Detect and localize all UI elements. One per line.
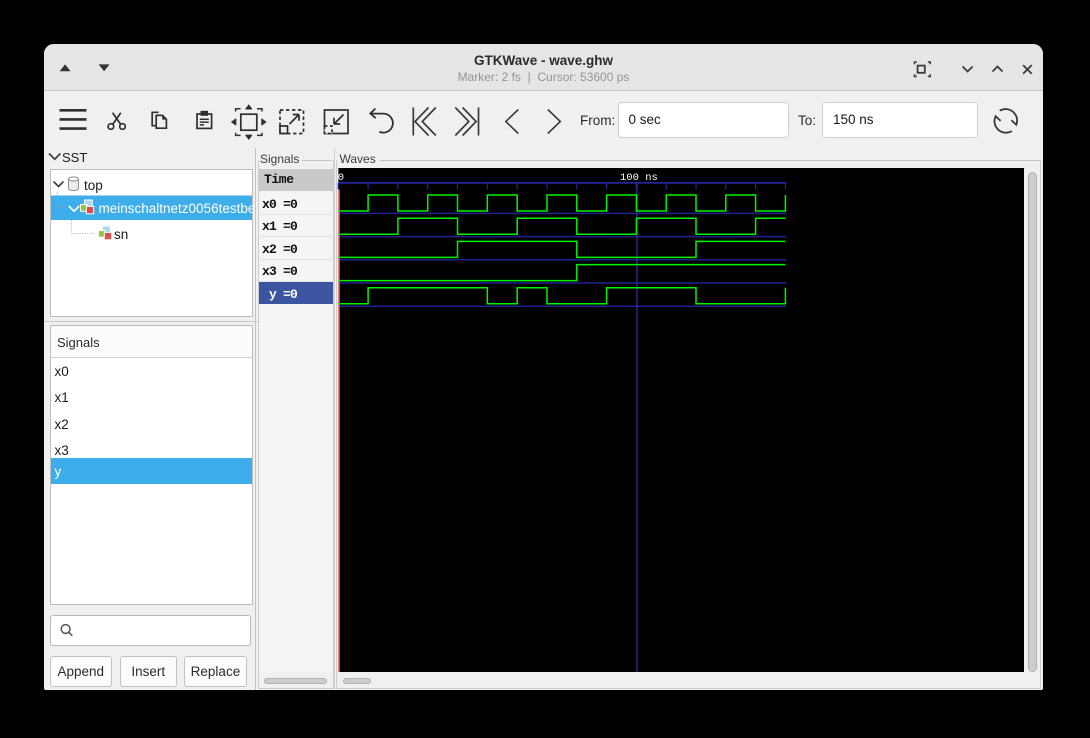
svg-text:0: 0 <box>338 172 344 184</box>
svg-text:100 ns: 100 ns <box>620 172 658 184</box>
